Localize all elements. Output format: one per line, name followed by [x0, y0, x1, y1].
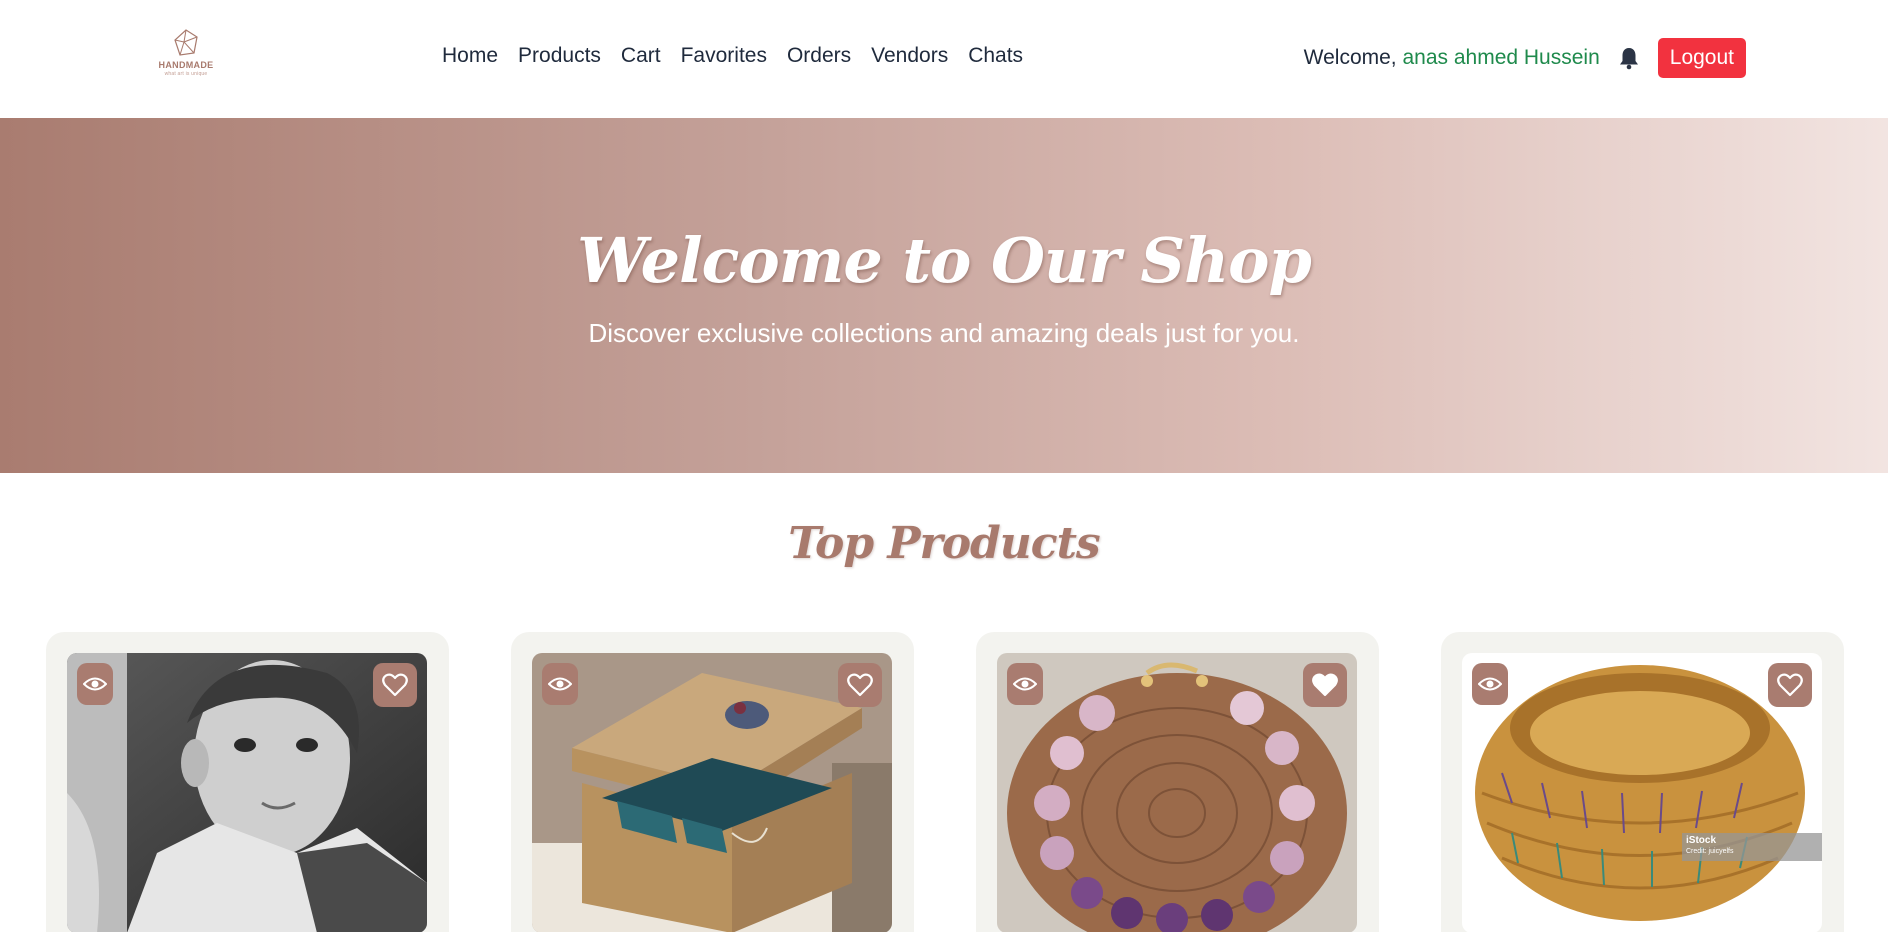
nav-link-vendors[interactable]: Vendors	[871, 44, 948, 68]
logo[interactable]: HANDMADE what art is unique	[158, 28, 214, 86]
heart-filled-icon	[1312, 673, 1338, 697]
heart-icon	[847, 673, 873, 697]
product-card[interactable]	[46, 632, 449, 932]
product-grid: iStock Credit: juicyelfs	[46, 632, 1846, 932]
navbar: HANDMADE what art is unique Home Product…	[0, 0, 1888, 118]
product-card[interactable]: iStock Credit: juicyelfs	[1441, 632, 1844, 932]
view-product-button[interactable]	[1472, 663, 1508, 705]
product-image-bracelet[interactable]	[997, 653, 1357, 932]
logo-gem-icon	[174, 29, 198, 56]
favorite-button[interactable]	[373, 663, 417, 707]
welcome-prefix: Welcome,	[1303, 46, 1403, 69]
favorite-button-active[interactable]	[1303, 663, 1347, 707]
nav-link-products[interactable]: Products	[518, 44, 601, 68]
user-area: Welcome, anas ahmed Hussein Logout	[1304, 38, 1746, 78]
eye-icon	[83, 677, 107, 691]
product-card[interactable]	[511, 632, 914, 932]
eye-icon	[548, 677, 572, 691]
eye-icon	[1013, 677, 1037, 691]
main-nav: Home Products Cart Favorites Orders Vend…	[442, 44, 1023, 68]
view-product-button[interactable]	[77, 663, 113, 705]
heart-icon	[382, 673, 408, 697]
watermark-credit: Credit: juicyelfs	[1686, 848, 1734, 855]
product-card[interactable]	[976, 632, 1379, 932]
view-product-button[interactable]	[542, 663, 578, 705]
user-name: anas ahmed Hussein	[1402, 46, 1600, 69]
product-image-boy-portrait[interactable]	[67, 653, 427, 932]
section-title-top-products: Top Products	[788, 518, 1100, 569]
welcome-text: Welcome, anas ahmed Hussein	[1304, 46, 1600, 70]
hero-title: Welcome to Our Shop	[577, 224, 1312, 297]
favorite-button[interactable]	[838, 663, 882, 707]
eye-icon	[1478, 677, 1502, 691]
logout-button[interactable]: Logout	[1657, 38, 1746, 78]
nav-link-orders[interactable]: Orders	[787, 44, 851, 68]
product-image-wooden-box[interactable]	[532, 653, 892, 932]
stock-watermark: iStock Credit: juicyelfs	[1682, 833, 1822, 861]
nav-link-home[interactable]: Home	[442, 44, 498, 68]
heart-icon	[1777, 673, 1803, 697]
product-image-basket[interactable]: iStock Credit: juicyelfs	[1462, 653, 1822, 932]
hero-subtitle: Discover exclusive collections and amazi…	[588, 318, 1300, 348]
nav-link-cart[interactable]: Cart	[621, 44, 661, 68]
bell-icon[interactable]	[1618, 46, 1640, 70]
view-product-button[interactable]	[1007, 663, 1043, 705]
favorite-button[interactable]	[1768, 663, 1812, 707]
nav-link-chats[interactable]: Chats	[968, 44, 1023, 68]
watermark-brand: iStock	[1686, 835, 1717, 846]
nav-link-favorites[interactable]: Favorites	[681, 44, 767, 68]
logo-tagline: what art is unique	[164, 71, 208, 77]
hero-banner: Welcome to Our Shop Discover exclusive c…	[0, 118, 1888, 473]
logo-brand: HANDMADE	[158, 60, 214, 70]
